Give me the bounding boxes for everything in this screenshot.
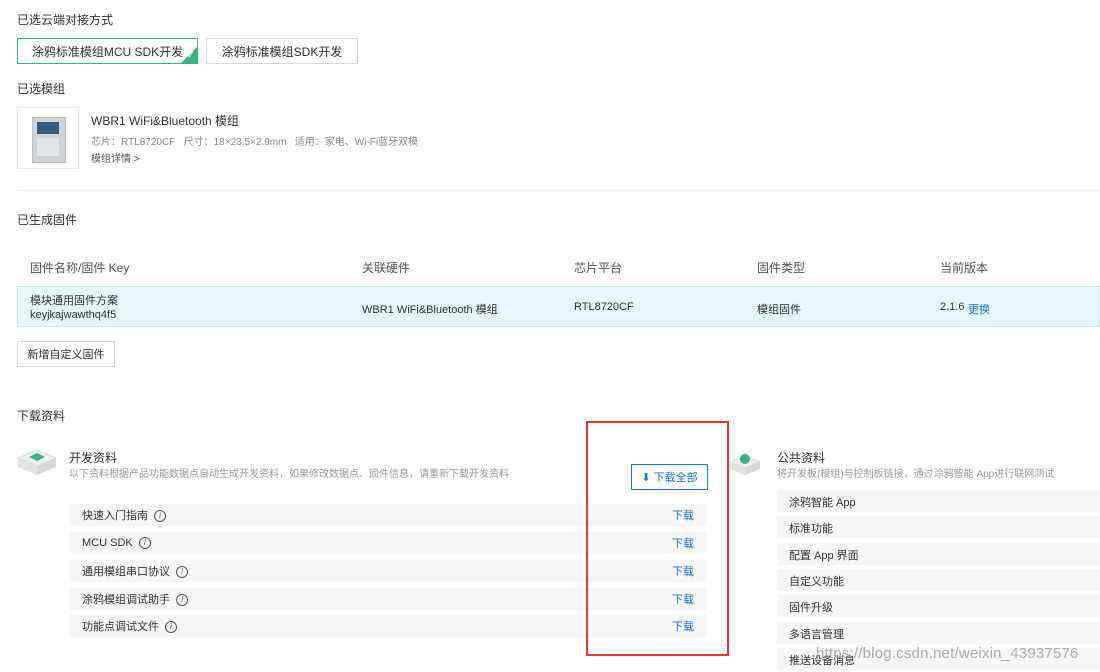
info-icon[interactable]: i: [165, 621, 177, 634]
firmware-type: 模组固件: [757, 304, 801, 316]
dev-docs-icon: [16, 449, 58, 475]
list-item: 快速入门指南 i 下载: [70, 504, 706, 526]
download-link[interactable]: 下载: [672, 618, 694, 634]
option-mcu-sdk-label: 涂鸦标准模组MCU SDK开发: [31, 44, 184, 59]
module-name: WBR1 WiFi&Bluetooth 模组: [91, 114, 240, 128]
public-docs-title: 公共资料: [777, 451, 826, 465]
col-header-chip: 芯片平台: [574, 261, 623, 275]
doc-label: MCU SDK: [82, 536, 133, 549]
downloads-title: 下载资料: [17, 409, 66, 423]
download-link[interactable]: 下载: [672, 507, 694, 523]
list-item[interactable]: 自定义功能: [777, 569, 1100, 591]
download-all-label: 下载全部: [653, 472, 698, 484]
doc-label: 功能点调试文件: [82, 621, 159, 633]
info-icon[interactable]: i: [154, 510, 166, 523]
module-image: [17, 107, 79, 169]
public-docs-icon: [728, 454, 762, 475]
firmware-hardware: WBR1 WiFi&Bluetooth 模组: [362, 304, 498, 316]
change-version-link[interactable]: 更换: [968, 301, 990, 317]
download-link[interactable]: 下载: [672, 563, 694, 579]
module-details-link[interactable]: 模组详情 >: [91, 150, 140, 165]
public-item-label: 配置 App 界面: [789, 550, 859, 562]
table-row[interactable]: [17, 286, 1100, 327]
list-item[interactable]: 涂鸦智能 App: [777, 490, 1100, 512]
download-link[interactable]: 下载: [672, 535, 694, 551]
col-header-hardware: 关联硬件: [362, 261, 411, 275]
divider: [17, 190, 1100, 191]
public-docs-desc: 将开发板(模组)与控制板链接，通过涂鸦智能 App进行联网测试: [777, 469, 1055, 480]
doc-label: 涂鸦模组调试助手: [82, 594, 170, 606]
download-icon: ⬇: [641, 471, 651, 484]
add-custom-firmware-button[interactable]: 新增自定义固件: [17, 341, 115, 367]
public-item-label: 多语言管理: [789, 629, 844, 641]
module-title: 已选模组: [17, 82, 66, 96]
public-item-label: 固件升级: [789, 602, 833, 614]
list-item[interactable]: 固件升级: [777, 595, 1100, 617]
info-icon[interactable]: i: [138, 537, 151, 550]
firmware-title: 已生成固件: [17, 213, 78, 227]
dev-docs-title: 开发资料: [69, 451, 118, 465]
download-link[interactable]: 下载: [672, 591, 694, 607]
dev-docs-desc: 以下资料根据产品功能数据点自动生成开发资料，如果修改数据点、固件信息，请重新下载…: [69, 469, 509, 480]
col-header-version: 当前版本: [940, 261, 989, 275]
check-icon: ✓: [186, 50, 195, 61]
list-item[interactable]: 标准功能: [777, 516, 1100, 538]
doc-label: 快速入门指南: [82, 510, 148, 522]
list-item: 涂鸦模组调试助手 i 下载: [70, 588, 706, 610]
module-specs: 芯片：RTL8720CF 尺寸：18×23.5×2.9mm 适用：家电、Wi-F…: [91, 137, 419, 148]
list-item: 功能点调试文件 i 下载: [70, 615, 706, 637]
public-item-label: 自定义功能: [789, 576, 844, 588]
download-all-button[interactable]: ⬇ 下载全部: [631, 464, 708, 490]
list-item[interactable]: 配置 App 界面: [777, 543, 1100, 565]
doc-label: 通用模组串口协议: [82, 566, 170, 578]
info-icon[interactable]: i: [176, 566, 188, 579]
connect-title: 已选云端对接方式: [17, 13, 114, 27]
add-custom-firmware-label: 新增自定义固件: [27, 349, 105, 361]
option-mcu-sdk[interactable]: 涂鸦标准模组MCU SDK开发 ✓: [17, 38, 198, 64]
option-module-sdk-label: 涂鸦标准模组SDK开发: [221, 44, 343, 59]
firmware-chip: RTL8720CF: [574, 301, 634, 313]
public-item-label: 涂鸦智能 App: [789, 497, 856, 509]
option-module-sdk[interactable]: 涂鸦标准模组SDK开发: [206, 38, 358, 64]
firmware-version: 2.1.6: [940, 301, 965, 313]
firmware-name: 模块通用固件方案: [30, 295, 118, 307]
firmware-key: keyjkajwawthq4f5: [30, 309, 117, 321]
info-icon[interactable]: i: [176, 594, 188, 607]
col-header-type: 固件类型: [757, 261, 806, 275]
list-item: 通用模组串口协议 i 下载: [70, 560, 706, 582]
list-item: MCU SDK i 下载: [70, 532, 706, 554]
watermark: https://blog.csdn.net/weixin_43937576: [816, 645, 1079, 662]
list-item[interactable]: 多语言管理: [777, 622, 1100, 644]
chip-icon: [32, 117, 66, 163]
public-item-label: 标准功能: [789, 523, 833, 535]
col-header-name: 固件名称/固件 Key: [30, 261, 130, 275]
